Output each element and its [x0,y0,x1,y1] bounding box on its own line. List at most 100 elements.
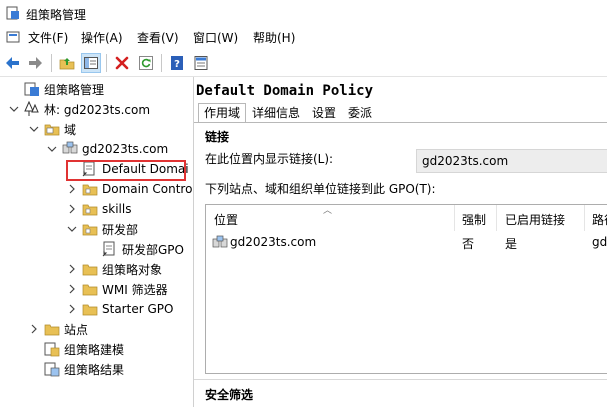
tab-scope[interactable]: 作用域 [198,103,247,123]
cell-enforced: 否 [462,237,475,251]
show-hide-tree-icon [84,57,98,69]
help-icon: ? [171,56,183,70]
folder-icon [82,304,98,316]
chevron-right-icon[interactable] [66,263,78,275]
tree-node-sites[interactable]: 站点 [28,319,88,339]
refresh-button[interactable] [136,53,156,73]
display-links-label: 在此位置内显示链接(L): [205,152,334,166]
tree-label: WMI 筛选器 [102,282,168,297]
gp-results-icon [44,362,60,377]
tree-label: skills [102,202,132,216]
gpo-link-icon [102,241,115,257]
gpmc-app-icon [6,6,19,20]
tree-node-starter-gpo[interactable]: Starter GPO [66,299,173,319]
tree-node-gp-results[interactable]: 组策略结果 [28,359,124,379]
chevron-right-icon[interactable] [66,183,78,195]
toolbar-separator [161,54,162,72]
chevron-right-icon[interactable] [66,283,78,295]
column-header-enforced[interactable]: 强制 [462,211,486,228]
domain-icon [62,141,78,154]
chevron-down-icon[interactable] [46,143,58,155]
forest-icon [24,101,39,116]
tree-node-forest[interactable]: 林: gd2023ts.com [8,99,150,119]
sites-folder-icon [44,324,60,336]
column-divider [584,205,585,231]
forward-button[interactable] [25,53,45,73]
links-section-header: 链接 [205,130,230,144]
tree-label: 林: gd2023ts.com [44,102,151,117]
show-hide-tree-button[interactable] [81,53,101,73]
list-header: ︿ 位置 强制 已启用链接 路径 [206,205,607,231]
system-menu-icon[interactable] [6,30,20,44]
title-bar: 组策略管理 [0,0,607,26]
tree-node-skills[interactable]: skills [66,199,131,219]
ou-folder-icon [82,224,98,236]
tree-label: 研发部 [102,222,139,237]
chevron-down-icon[interactable] [28,123,40,135]
menu-help[interactable]: 帮助(H) [253,30,295,46]
tree-node-ou-rd[interactable]: 研发部 [66,219,138,239]
back-icon [6,57,19,69]
window-title: 组策略管理 [26,8,87,22]
chevron-down-icon[interactable] [8,103,20,115]
security-filtering-header: 安全筛选 [205,388,254,402]
tree-label: 组策略管理 [44,82,105,97]
tree-label: 研发部GPO [122,242,184,257]
ou-folder-icon [82,184,98,196]
gp-modeling-icon [44,342,60,357]
delete-button[interactable] [112,53,132,73]
chevron-right-icon[interactable] [66,303,78,315]
tab-delegation[interactable]: 委派 [342,103,378,123]
tree-node-domains[interactable]: 域 [28,119,76,139]
column-header-location[interactable]: 位置 [214,211,238,228]
cell-path: gd [592,235,607,249]
up-folder-icon [59,58,75,70]
tree-label: 组策略建模 [64,342,125,357]
section-divider [194,379,607,380]
tab-strip: 作用域 详细信息 设置 委派 [198,103,378,123]
linked-locations-label: 下列站点、域和组织单位链接到此 GPO(T): [205,182,436,196]
tree-label: 组策略结果 [64,362,125,377]
column-divider [496,205,497,231]
gpo-title: Default Domain Policy [196,83,374,99]
tab-settings[interactable]: 设置 [306,103,342,123]
tree-node-wmi-filters[interactable]: WMI 筛选器 [66,279,168,299]
cell-link-enabled: 是 [505,237,518,251]
links-list-view[interactable]: ︿ 位置 强制 已启用链接 路径 gd2023ts.com 否 是 gd [205,204,607,374]
properties-button[interactable] [191,53,211,73]
tab-divider [194,122,607,123]
tree-label: Domain Contro [102,182,193,196]
forward-icon [29,57,42,69]
sort-ascending-icon: ︿ [323,206,333,216]
domains-folder-icon [44,124,60,136]
tree-node-domain-controllers[interactable]: Domain Contro [66,179,192,199]
tab-details[interactable]: 详细信息 [246,103,306,123]
tree-label: 组策略对象 [102,262,163,277]
up-one-level-button[interactable] [57,53,77,73]
folder-icon [82,264,98,276]
back-button[interactable] [3,53,23,73]
tree-node-gpmc[interactable]: 组策略管理 [8,79,104,99]
menu-action[interactable]: 操作(A) [81,30,123,46]
delete-icon [115,56,129,70]
menu-window[interactable]: 窗口(W) [193,30,238,46]
column-header-link-enabled[interactable]: 已启用链接 [505,211,565,228]
menu-view[interactable]: 查看(V) [137,30,179,46]
table-row[interactable]: gd2023ts.com 否 是 gd [206,232,607,252]
menu-file[interactable]: 文件(F) [28,30,68,46]
tree-node-rd-gpo[interactable]: 研发部GPO [86,239,184,259]
tree-label: gd2023ts.com [82,142,169,156]
tree-node-domain[interactable]: gd2023ts.com [46,139,168,159]
chevron-right-icon[interactable] [28,323,40,335]
svg-text:?: ? [174,59,180,70]
domain-icon [212,235,228,248]
tree-node-gp-modeling[interactable]: 组策略建模 [28,339,124,359]
column-header-path[interactable]: 路径 [592,211,607,228]
chevron-right-icon[interactable] [66,203,78,215]
cell-location: gd2023ts.com [230,235,317,249]
folder-icon [82,284,98,296]
help-button[interactable]: ? [167,53,187,73]
tree-node-gpo-objects[interactable]: 组策略对象 [66,259,162,279]
chevron-down-icon[interactable] [66,223,78,235]
display-links-dropdown[interactable]: gd2023ts.com [416,149,607,173]
